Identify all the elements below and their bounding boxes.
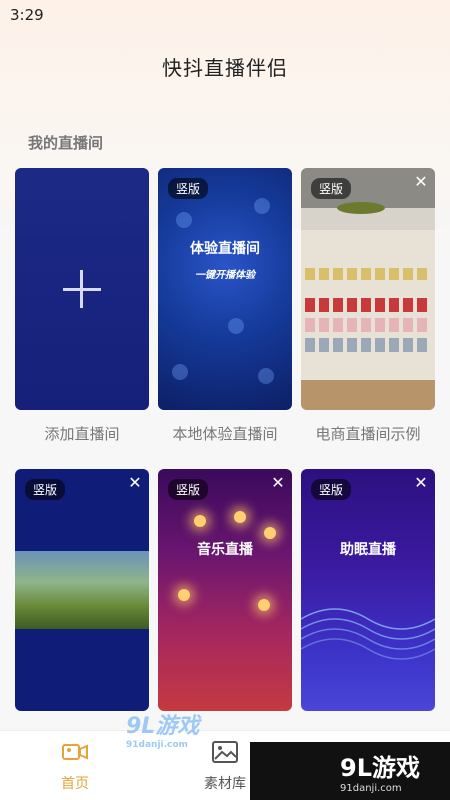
watermark-logo-right: 9L游戏 91danji.com xyxy=(250,742,450,800)
card-title: 助眠直播 xyxy=(340,542,396,558)
nav-label-home: 首页 xyxy=(61,776,89,792)
ecommerce-room-card[interactable]: 竖版 ✕ xyxy=(301,168,435,410)
watermark-logo: 9L游戏 91danji.com xyxy=(126,714,200,750)
orientation-badge: 竖版 xyxy=(25,479,66,500)
plus-icon-vertical xyxy=(80,270,83,308)
card-subtitle: 一键开播体验 xyxy=(195,270,255,281)
orientation-badge: 竖版 xyxy=(311,479,352,500)
sleep-room-card[interactable]: 竖版 ✕ 助眠直播 xyxy=(301,469,435,711)
card-caption-ecommerce: 电商直播间示例 xyxy=(315,425,421,443)
orientation-badge: 竖版 xyxy=(168,178,209,199)
add-room-card[interactable] xyxy=(15,168,149,410)
status-time: 3:29 xyxy=(10,6,44,24)
close-icon[interactable]: ✕ xyxy=(268,473,288,493)
experience-room-card[interactable]: 竖版 体验直播间 一键开播体验 xyxy=(158,168,292,410)
orientation-badge: 竖版 xyxy=(168,479,209,500)
card-caption-experience: 本地体验直播间 xyxy=(172,425,278,443)
app-title: 快抖直播伴侣 xyxy=(162,56,288,80)
music-room-card[interactable]: 竖版 ✕ 音乐直播 xyxy=(158,469,292,711)
nav-item-home[interactable]: 首页 xyxy=(35,741,115,793)
game-room-card[interactable]: 竖版 ✕ xyxy=(15,469,149,711)
wave-image xyxy=(301,608,435,660)
video-camera-icon xyxy=(62,744,88,760)
section-title: 我的直播间 xyxy=(28,134,104,152)
card-title: 音乐直播 xyxy=(197,542,253,558)
image-icon xyxy=(212,741,238,763)
card-title: 体验直播间 xyxy=(190,241,260,257)
card-caption-add: 添加直播间 xyxy=(44,425,120,443)
close-icon[interactable]: ✕ xyxy=(411,473,431,493)
close-icon[interactable]: ✕ xyxy=(411,172,431,192)
close-icon[interactable]: ✕ xyxy=(125,473,145,493)
game-scene-image xyxy=(15,551,149,629)
orientation-badge: 竖版 xyxy=(311,178,352,199)
shop-shelves-image xyxy=(301,168,435,410)
